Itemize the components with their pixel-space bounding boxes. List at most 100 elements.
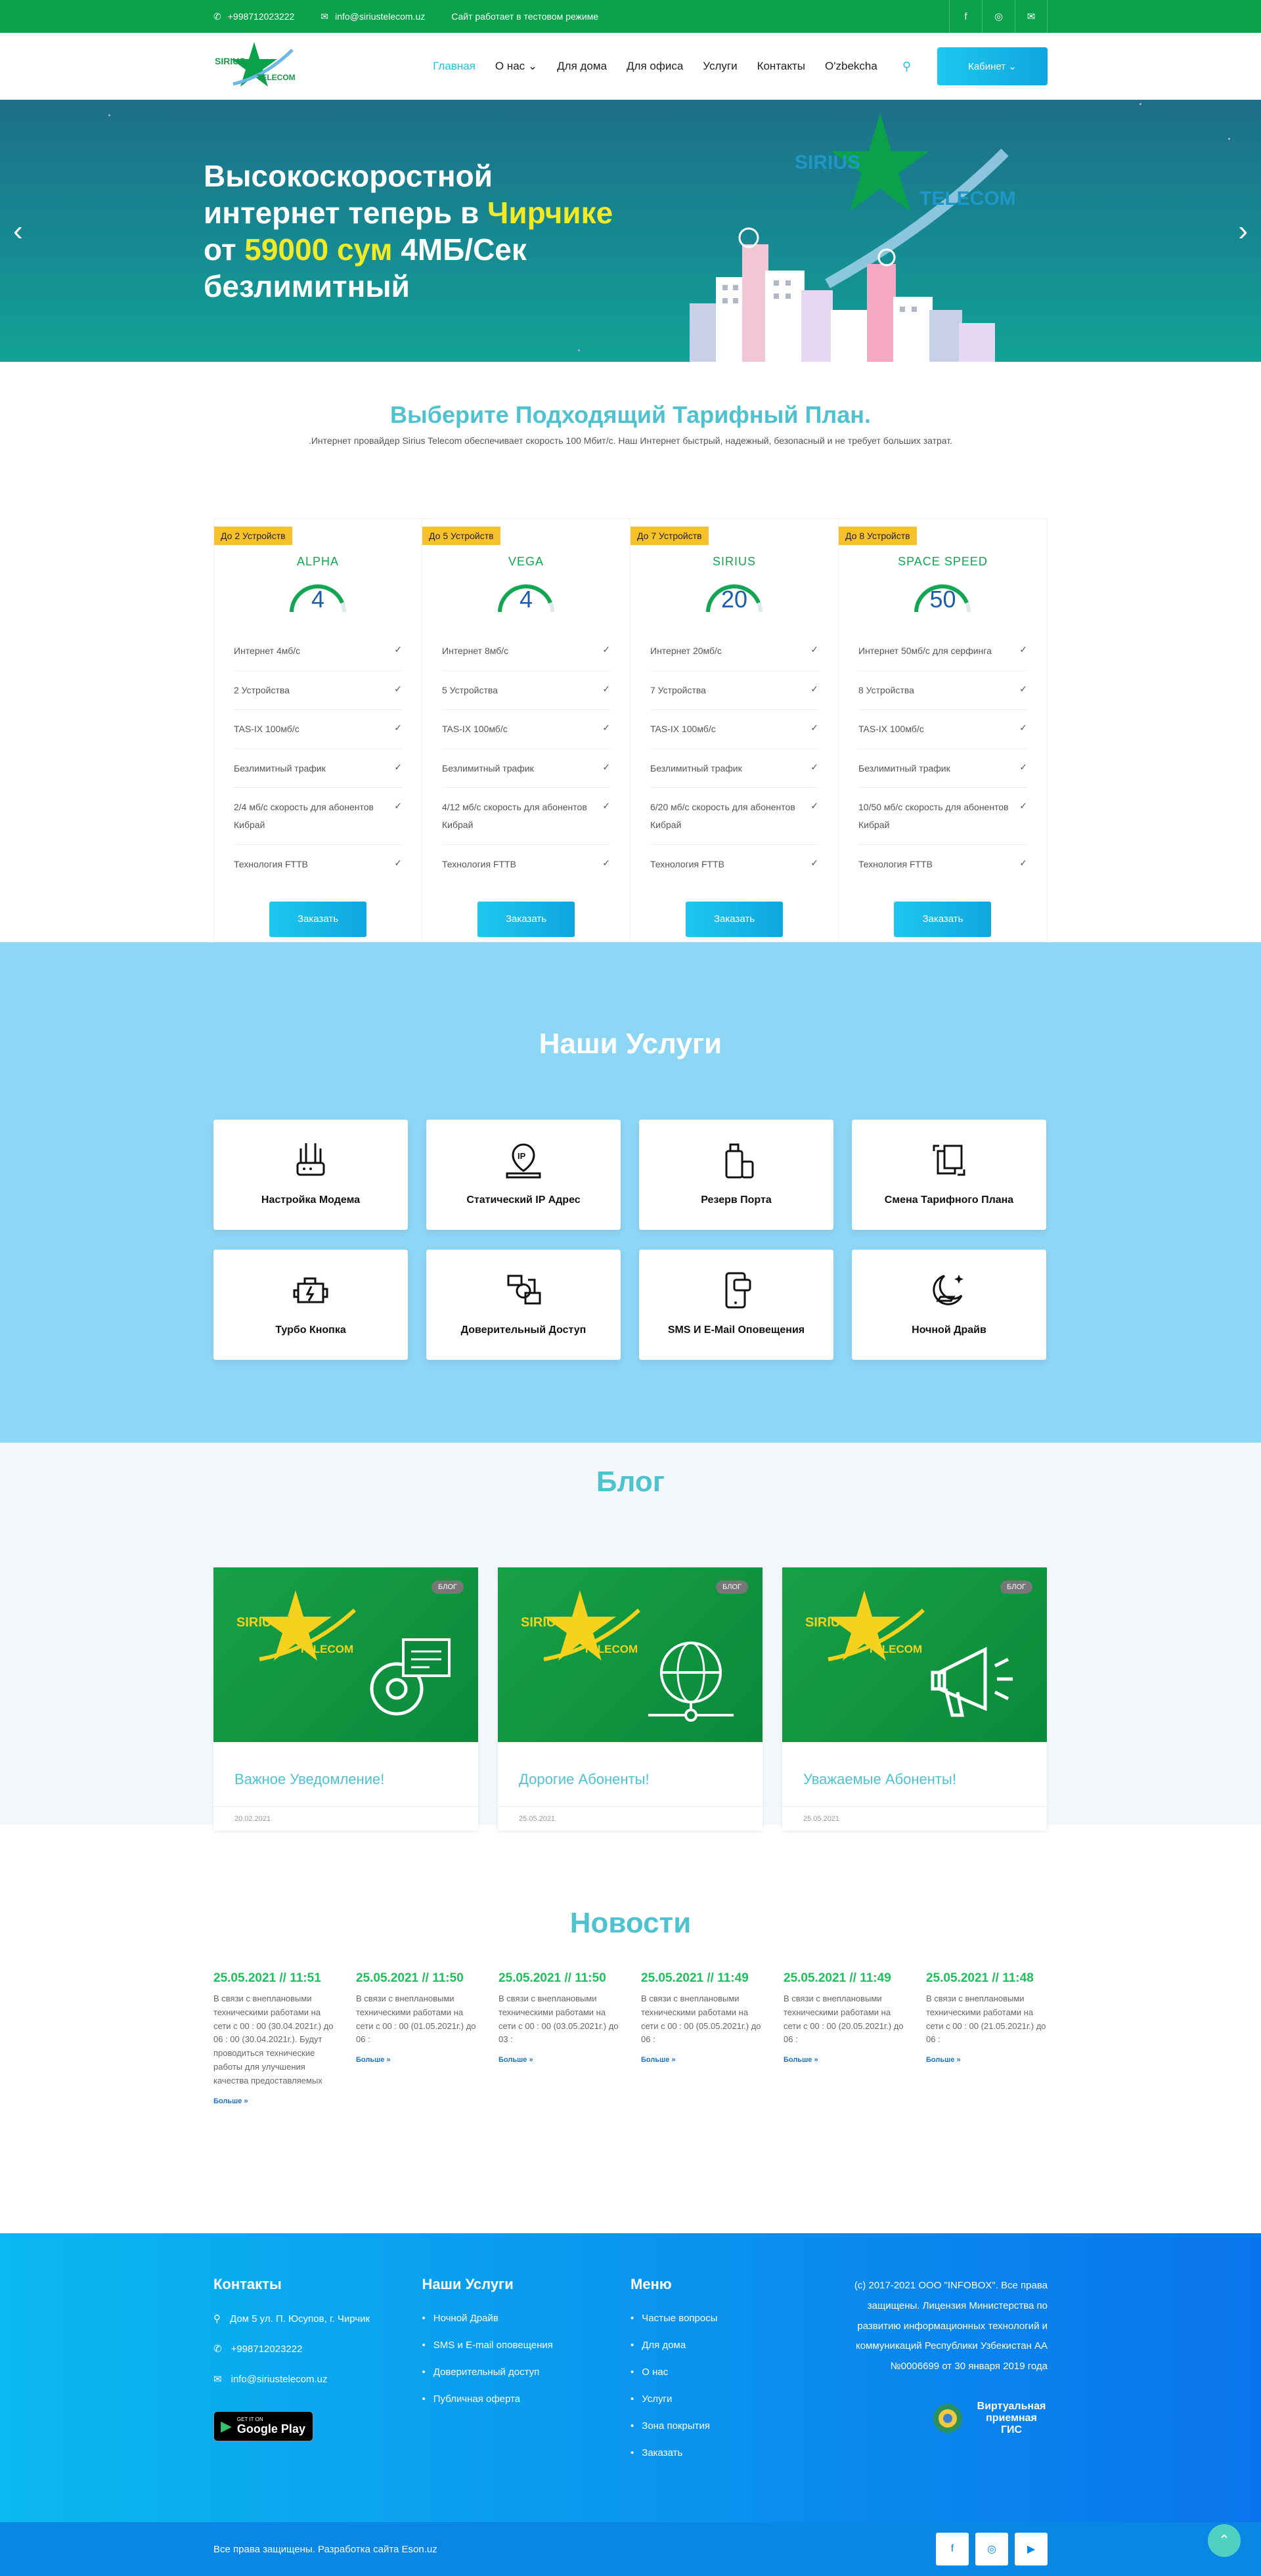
footer-service-link[interactable]: • SMS и E-mail оповещения: [422, 2340, 631, 2351]
bullet-icon: •: [630, 2447, 634, 2458]
scroll-to-top-icon[interactable]: ⌃: [1208, 2524, 1241, 2557]
news-date: 25.05.2021 // 11:51: [213, 1971, 321, 1985]
check-icon: ✓: [810, 683, 818, 694]
service-card[interactable]: Доверительный Доступ: [426, 1250, 621, 1360]
check-icon: ✓: [602, 761, 610, 772]
news-more-link[interactable]: Больше »: [356, 2056, 391, 2064]
bullet-icon: •: [422, 2393, 426, 2405]
youtube-icon[interactable]: ▶: [1015, 2533, 1048, 2565]
nav-contacts[interactable]: Контакты: [757, 60, 805, 73]
service-card[interactable]: SMS И E-Mail Оповещения: [639, 1250, 833, 1360]
footer: Контакты ⚲ Дом 5 ул. П. Юсупов, г. Чирчик…: [0, 2233, 1261, 2522]
news-more-link[interactable]: Больше »: [926, 2056, 961, 2064]
nav-home[interactable]: Главная: [433, 60, 476, 73]
order-button[interactable]: Заказать: [269, 902, 366, 938]
telegram-icon[interactable]: ✉: [1015, 0, 1048, 33]
slider-prev-icon[interactable]: ‹: [13, 215, 23, 248]
plan-feature: Интернет 8мб/с ✓: [442, 632, 610, 670]
plan-feature: 5 Устройства ✓: [442, 670, 610, 710]
footer-service-link[interactable]: • Доверительный доступ: [422, 2367, 631, 2378]
state-emblem-icon: [933, 2403, 962, 2433]
gis-link[interactable]: Виртуальная приемная ГИС: [839, 2401, 1048, 2436]
blog-post-date: 25.05.2021: [782, 1806, 1047, 1831]
blog-post-title[interactable]: Дорогие Абоненты!: [498, 1742, 763, 1806]
instagram-icon[interactable]: ◎: [975, 2533, 1008, 2565]
plan-feature: 8 Устройства ✓: [858, 670, 1027, 710]
svg-text:TELECOM: TELECOM: [868, 1643, 922, 1655]
order-button[interactable]: Заказать: [894, 902, 992, 938]
instagram-icon[interactable]: ◎: [982, 0, 1015, 33]
news-date: 25.05.2021 // 11:50: [498, 1971, 606, 1985]
logo[interactable]: SIRIUS TELECOM: [213, 37, 299, 96]
footer-menu-link[interactable]: • Заказать: [630, 2447, 839, 2458]
search-icon[interactable]: ⚲: [902, 60, 911, 74]
slider-next-icon[interactable]: ›: [1238, 215, 1248, 248]
globe-network-icon: [648, 1642, 734, 1722]
service-card[interactable]: Резерв Порта: [639, 1120, 833, 1230]
blog-post[interactable]: SIRIUS TELECOM БЛОГ Важное Уведомление! …: [213, 1567, 478, 1831]
service-card[interactable]: Смена Тарифного Плана: [852, 1120, 1046, 1230]
footer-phone[interactable]: ✆ +998712023222: [213, 2343, 422, 2355]
night-drive-icon: [933, 1275, 963, 1305]
service-label: Турбо Кнопка: [275, 1324, 346, 1336]
google-play-button[interactable]: ▶ GET IT ON Google Play: [213, 2411, 313, 2441]
check-icon: ✓: [394, 722, 402, 733]
footer-service-link[interactable]: • Публичная оферта: [422, 2393, 631, 2405]
topbar-phone-text: +998712023222: [227, 11, 295, 22]
footer-license: (c) 2017-2021 ООО "INFOBOX". Все права з…: [839, 2276, 1048, 2474]
cabinet-button[interactable]: Кабинет ⌄: [937, 47, 1048, 85]
footer-menu-link[interactable]: • Для дома: [630, 2340, 839, 2351]
check-icon: ✓: [602, 644, 610, 655]
nav-home-plans[interactable]: Для дома: [557, 60, 607, 73]
footer-email[interactable]: ✉ info@siriustelecom.uz: [213, 2373, 422, 2386]
blog-post-title[interactable]: Уважаемые Абоненты!: [782, 1742, 1047, 1806]
check-icon: ✓: [394, 644, 402, 655]
topbar-phone[interactable]: ✆ +998712023222: [213, 11, 294, 22]
nav-office[interactable]: Для офиса: [627, 60, 683, 73]
footer-service-link[interactable]: • Ночной Драйв: [422, 2313, 631, 2324]
news-more-link[interactable]: Больше »: [213, 2097, 248, 2105]
check-icon: ✓: [602, 800, 610, 812]
blog-post[interactable]: SIRIUS TELECOM БЛОГ Уважаемые Абоненты! …: [782, 1567, 1047, 1831]
phone-message-icon: [725, 1272, 751, 1309]
order-button[interactable]: Заказать: [686, 902, 783, 938]
plan-feature: TAS-IX 100мб/с ✓: [858, 709, 1027, 749]
blog-image[interactable]: SIRIUS TELECOM БЛОГ: [498, 1567, 763, 1742]
plan-features: Интернет 8мб/с ✓ 5 Устройства ✓ TAS-IX 100мб…: [442, 632, 610, 883]
check-icon: ✓: [1019, 644, 1027, 655]
nav-about[interactable]: О нас ⌄: [495, 60, 537, 73]
news-more-link[interactable]: Больше »: [641, 2056, 676, 2064]
facebook-icon[interactable]: f: [949, 0, 982, 33]
topbar-social: f ◎ ✉: [949, 0, 1048, 33]
blog-post[interactable]: SIRIUS TELECOM БЛОГ Дорогие Абоненты! 25…: [498, 1567, 763, 1831]
nav-language[interactable]: O'zbekcha: [825, 60, 877, 73]
footer-services: Наши Услуги • Ночной Драйв • SMS и E-mail о…: [422, 2276, 631, 2474]
blog-grid: SIRIUS TELECOM БЛОГ Важное Уведомление! …: [213, 1567, 1048, 1831]
footer-menu-link[interactable]: • О нас: [630, 2367, 839, 2378]
plan-features: Интернет 4мб/с ✓ 2 Устройства ✓ TAS-IX 100мб…: [234, 632, 402, 883]
footer-contacts-title: Контакты: [213, 2276, 282, 2292]
footer-menu-link[interactable]: • Услуги: [630, 2393, 839, 2405]
footer-menu-link[interactable]: • Зона покрытия: [630, 2420, 839, 2432]
blog-title: Блог: [596, 1466, 665, 1498]
nav-services[interactable]: Услуги: [703, 60, 737, 73]
news-more-link[interactable]: Больше »: [498, 2056, 533, 2064]
blog-post-title[interactable]: Важное Уведомление!: [213, 1742, 478, 1806]
service-card[interactable]: IP Статический IP Адрес: [426, 1120, 621, 1230]
blog-image[interactable]: SIRIUS TELECOM БЛОГ: [782, 1567, 1047, 1742]
bottom-bar: Все права защищены. Разработка сайта Eso…: [0, 2522, 1261, 2576]
service-card[interactable]: Настройка Модема: [213, 1120, 408, 1230]
topbar-email[interactable]: ✉ info@siriustelecom.uz: [321, 11, 425, 22]
service-label: Смена Тарифного Плана: [884, 1194, 1014, 1206]
news-more-link[interactable]: Больше »: [784, 2056, 818, 2064]
star-logo-icon: SIRIUS TELECOM: [215, 42, 296, 87]
service-card[interactable]: Турбо Кнопка: [213, 1250, 408, 1360]
footer-menu-link[interactable]: • Частые вопросы: [630, 2313, 839, 2324]
facebook-icon[interactable]: f: [936, 2533, 969, 2565]
blog-image[interactable]: SIRIUS TELECOM БЛОГ: [213, 1567, 478, 1742]
svg-text:SIRIUS: SIRIUS: [521, 1615, 565, 1630]
bullet-icon: •: [630, 2393, 634, 2405]
check-icon: ✓: [1019, 683, 1027, 694]
service-card[interactable]: Ночной Драйв: [852, 1250, 1046, 1360]
order-button[interactable]: Заказать: [477, 902, 575, 938]
